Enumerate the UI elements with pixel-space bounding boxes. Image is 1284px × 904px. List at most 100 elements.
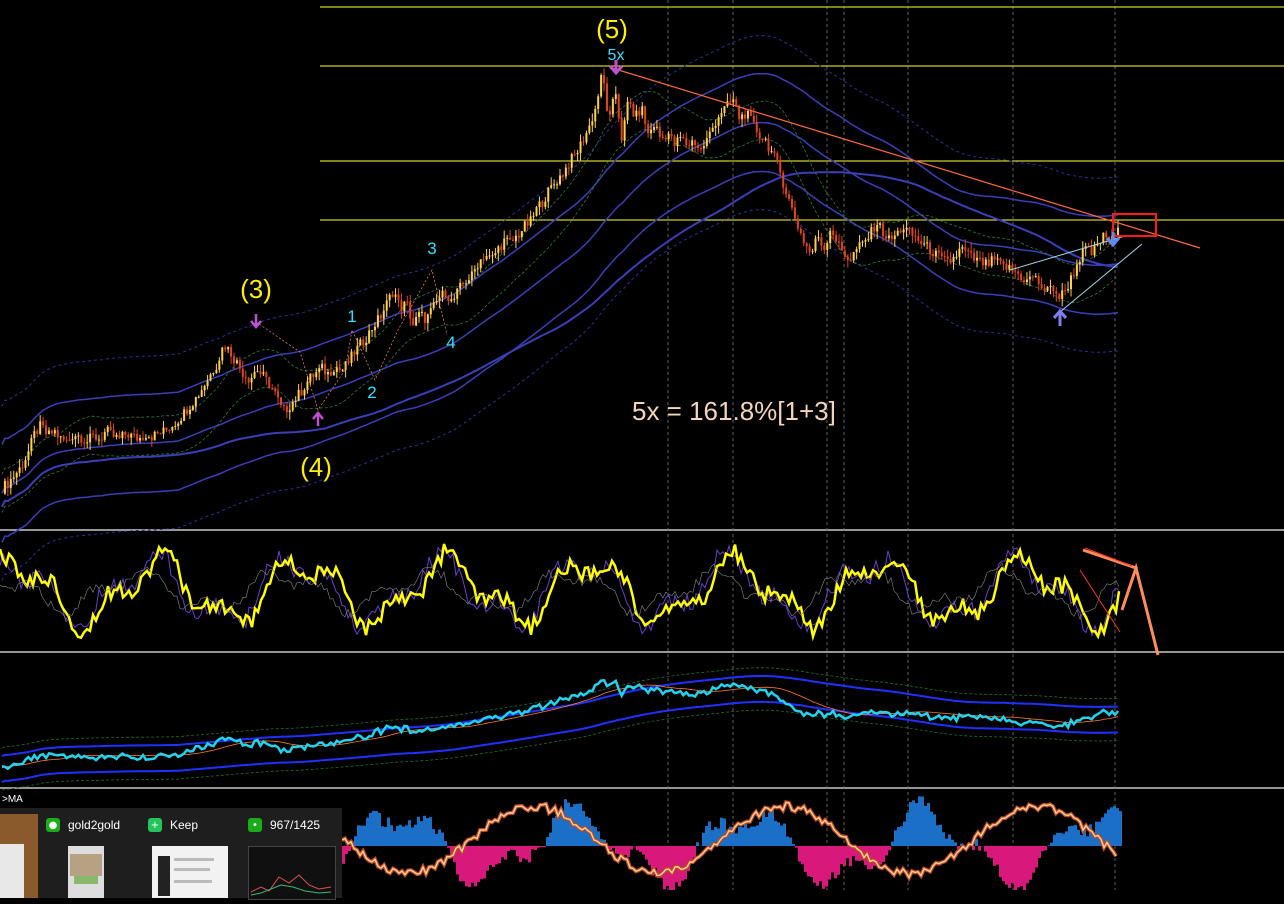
histogram-bar — [843, 846, 846, 866]
histogram-bar — [909, 802, 912, 846]
candle-body — [653, 127, 655, 130]
candle-body — [1026, 279, 1028, 282]
candle-body — [1017, 272, 1019, 274]
candle-body — [215, 370, 217, 373]
histogram-bar — [471, 846, 474, 883]
candle-body — [791, 199, 793, 207]
candle-body — [574, 154, 576, 155]
candle-body — [1008, 265, 1010, 270]
candle-body — [309, 374, 311, 382]
histogram-bar — [882, 846, 885, 862]
histogram-bar — [393, 831, 396, 846]
histogram-bar — [768, 812, 771, 846]
candle-body — [368, 331, 370, 343]
histogram-bar — [417, 817, 420, 846]
candle-body — [409, 302, 411, 319]
candle-body — [377, 315, 379, 327]
histogram-bar — [834, 846, 837, 878]
candle-body — [809, 246, 811, 251]
candle-body — [295, 401, 297, 402]
histogram-bar — [1047, 845, 1050, 846]
candle-body — [885, 236, 887, 238]
candle-body — [86, 442, 88, 443]
histogram-bar — [429, 817, 432, 846]
candle-body — [342, 370, 344, 371]
histogram-bar — [1080, 835, 1083, 846]
candle-body — [189, 410, 191, 414]
period-separators — [668, 0, 1115, 890]
candle-body — [497, 246, 499, 253]
candle-body — [788, 194, 790, 199]
long-moving-average — [2, 172, 1118, 507]
rsi-panel — [2, 668, 1118, 791]
taskbar-app-chat[interactable]: •967/1425 — [240, 808, 342, 898]
histogram-bar — [345, 846, 348, 854]
histogram-bar — [348, 846, 351, 851]
candle-body — [66, 440, 68, 441]
candle-body — [753, 116, 755, 122]
candle-body — [71, 439, 73, 440]
candle-body — [624, 120, 626, 140]
histogram-bar — [990, 846, 993, 858]
candle-body — [456, 289, 458, 299]
candle-body — [1076, 264, 1078, 275]
histogram-bar — [762, 810, 765, 846]
candle-body — [571, 154, 573, 168]
taskbar-app-gold2gold[interactable]: ●gold2gold — [38, 808, 138, 898]
candle-body — [257, 371, 259, 372]
candle-body — [806, 243, 808, 246]
candle-body — [221, 348, 223, 361]
candle-body — [98, 440, 100, 441]
candle-body — [95, 434, 97, 440]
taskbar-preview-strip: ●gold2gold +Keep •967/1425 — [0, 808, 342, 898]
candle-body — [759, 132, 761, 138]
histogram-bar — [642, 846, 645, 855]
candle-body — [632, 104, 634, 117]
candle-body — [277, 391, 279, 397]
candle-body — [174, 426, 176, 427]
candle-body — [908, 228, 910, 229]
histogram-bar — [996, 846, 999, 865]
candle-body — [817, 237, 819, 238]
candle-body — [1073, 275, 1075, 276]
candle-body — [967, 250, 969, 251]
candle-body — [562, 175, 564, 176]
histogram-bar — [780, 825, 783, 846]
candle-body — [750, 111, 752, 116]
histogram-bar — [375, 811, 378, 846]
candle-body — [465, 284, 467, 285]
candle-body — [585, 133, 587, 142]
candle-body — [251, 378, 253, 383]
histogram-bar — [987, 846, 990, 857]
histogram-bar — [696, 842, 699, 846]
histogram-bar — [783, 824, 786, 846]
histogram-bar — [1002, 846, 1005, 881]
candle-body — [33, 431, 35, 438]
candle-body — [591, 121, 593, 125]
candle-body — [888, 235, 890, 238]
histogram-bar — [831, 846, 834, 873]
candle-body — [606, 83, 608, 110]
candle-body — [970, 251, 972, 253]
histogram-bar — [822, 846, 825, 889]
candle-body — [947, 256, 949, 259]
candle-body — [480, 259, 482, 268]
histogram-bar — [438, 829, 441, 846]
candle-body — [121, 432, 123, 438]
candle-body — [400, 300, 402, 311]
taskbar-left-thumb[interactable] — [0, 814, 38, 898]
taskbar-app-keep[interactable]: +Keep — [140, 808, 240, 898]
candle-body — [1002, 261, 1004, 264]
candle-body — [77, 436, 79, 437]
histogram-bar — [942, 832, 945, 846]
candle-body — [271, 388, 273, 389]
histogram-bar — [504, 846, 507, 860]
candle-body — [638, 111, 640, 116]
candle-body — [444, 291, 446, 298]
bollinger-lower — [2, 172, 1118, 543]
candle-body — [838, 242, 840, 243]
candle-body — [362, 340, 364, 346]
candle-body — [268, 377, 270, 388]
candle-body — [259, 371, 261, 374]
candle-body — [635, 111, 637, 117]
